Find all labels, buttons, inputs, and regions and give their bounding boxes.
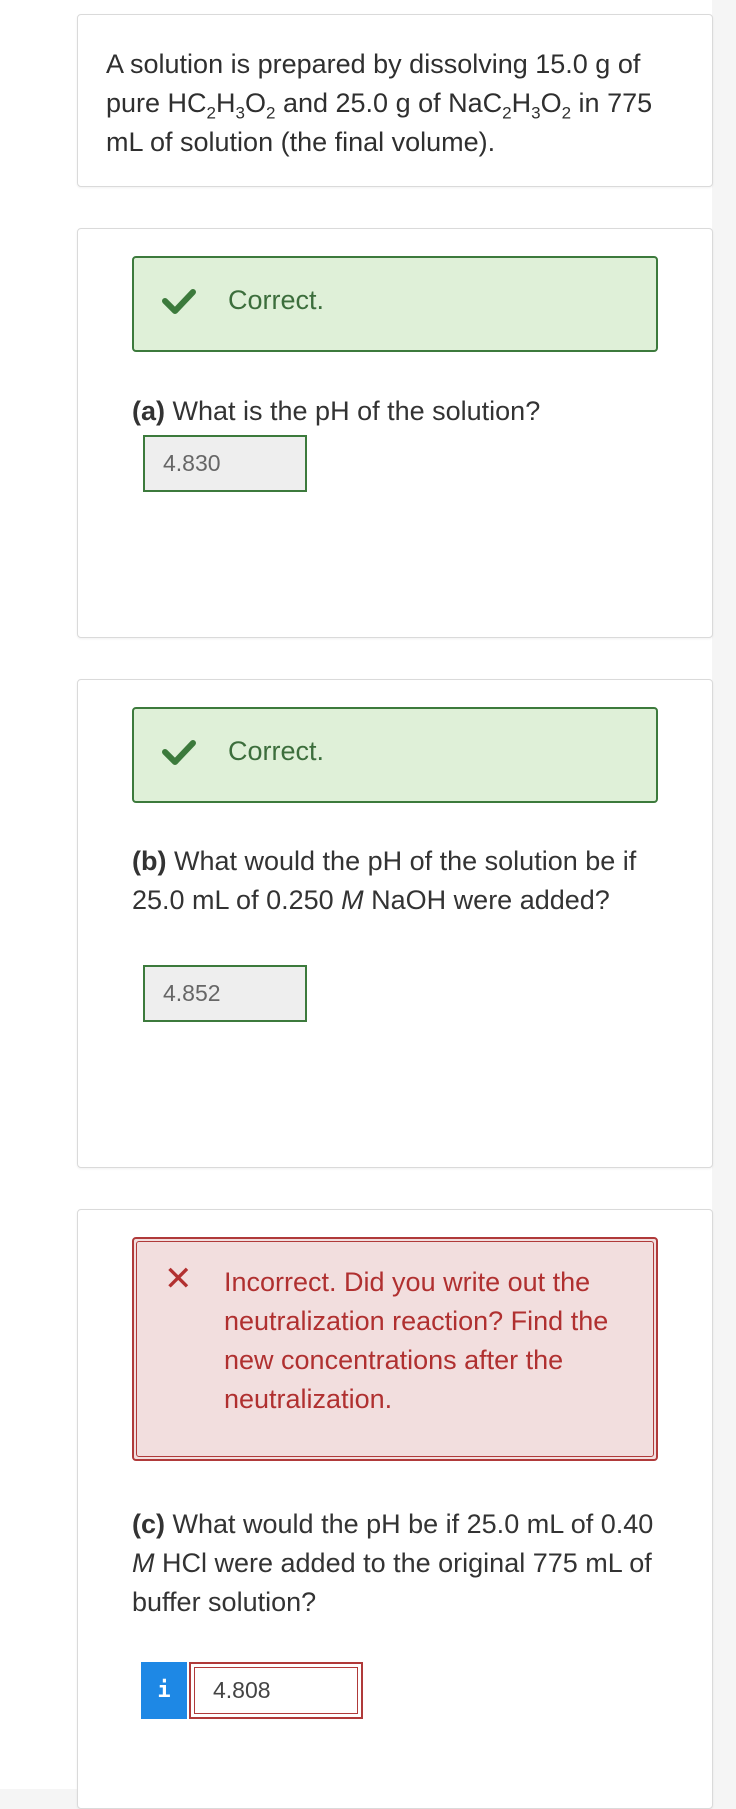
part-a-question: (a) What is the pH of the solution? (132, 396, 541, 426)
checkmark-icon (162, 289, 196, 314)
part-c-question: (c) What would the pH be if 25.0 mL of 0… (132, 1509, 654, 1617)
feedback-text: Incorrect. Did you write out the neutral… (224, 1267, 609, 1414)
part-c-incorrect-feedback: ✕ Incorrect. Did you write out the neutr… (132, 1237, 658, 1461)
info-button[interactable]: i (141, 1662, 187, 1719)
part-b-question: (b) What would the pH of the solution be… (132, 846, 637, 915)
part-a-card: Correct. (a) What is the pH of the solut… (77, 228, 713, 638)
part-c-answer-field[interactable]: 4.808 (189, 1662, 363, 1719)
part-a-answer-field[interactable]: 4.830 (143, 435, 307, 492)
feedback-text: Correct. (228, 736, 325, 766)
part-c-card: ✕ Incorrect. Did you write out the neutr… (77, 1209, 713, 1809)
checkmark-icon (162, 740, 196, 765)
part-a-correct-feedback: Correct. (132, 256, 658, 352)
problem-statement-card: A solution is prepared by dissolving 15.… (77, 14, 713, 187)
part-b-correct-feedback: Correct. (132, 707, 658, 803)
x-mark-icon: ✕ (164, 1260, 193, 1298)
info-icon: i (157, 1678, 171, 1703)
problem-statement-text: A solution is prepared by dissolving 15.… (106, 49, 653, 157)
scroll-gutter (712, 0, 736, 1789)
part-b-answer-field[interactable]: 4.852 (143, 965, 307, 1022)
feedback-text: Correct. (228, 285, 325, 315)
part-b-card: Correct. (b) What would the pH of the so… (77, 679, 713, 1168)
